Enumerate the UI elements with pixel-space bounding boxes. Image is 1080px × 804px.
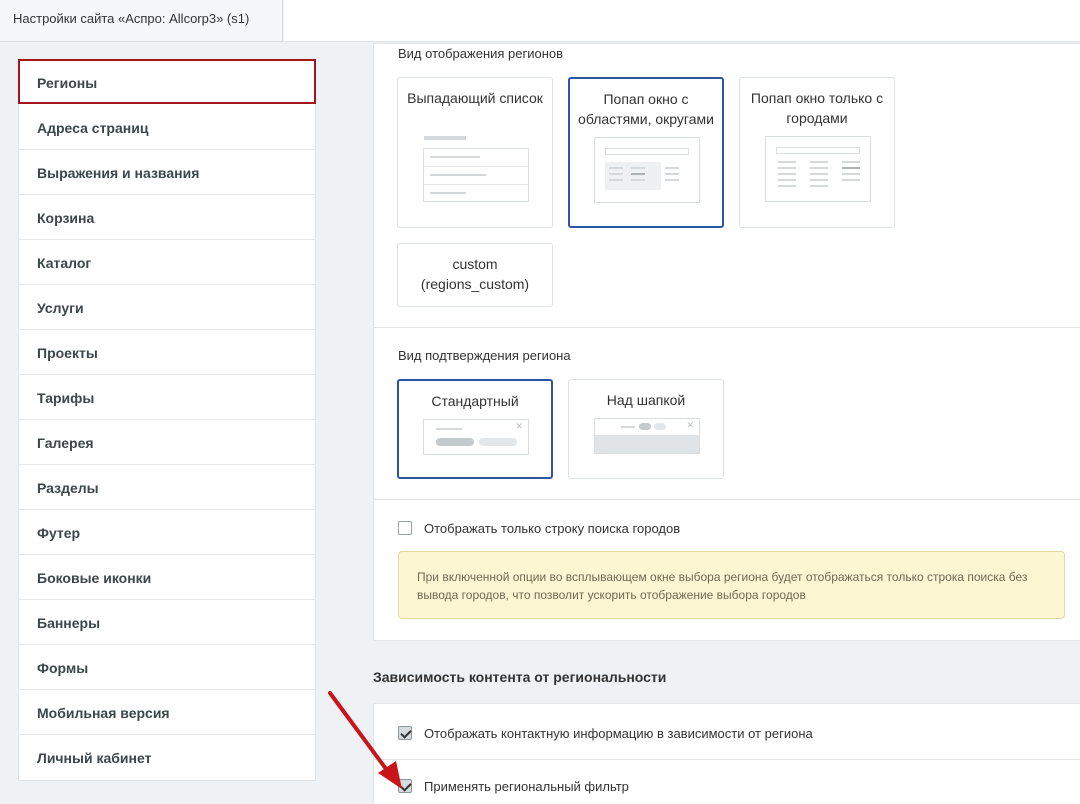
- region-view-option-popup-areas[interactable]: Попап окно с областями, округами: [568, 77, 724, 228]
- option-title: Попап окно с областями, округами: [578, 91, 714, 127]
- region-view-option-custom[interactable]: custom (regions_custom): [397, 243, 553, 307]
- sidebar-item-footer[interactable]: Футер: [19, 510, 315, 555]
- sidebar-item-personal-account[interactable]: Личный кабинет: [19, 735, 315, 780]
- hint-text: При включенной опции во всплывающем окне…: [417, 570, 1028, 602]
- search-only-hint: При включенной опции во всплывающем окне…: [398, 551, 1065, 619]
- sidebar-item-label: Футер: [37, 525, 81, 541]
- sidebar-item-label: Выражения и названия: [37, 165, 200, 181]
- sidebar-item-label: Тарифы: [37, 390, 95, 406]
- regional-content-heading: Зависимость контента от региональности: [373, 669, 667, 685]
- sidebar-item-forms[interactable]: Формы: [19, 645, 315, 690]
- sidebar-item-label: Услуги: [37, 300, 84, 316]
- sidebar-item-tariffs[interactable]: Тарифы: [19, 375, 315, 420]
- sidebar-item-mobile[interactable]: Мобильная версия: [19, 690, 315, 735]
- sidebar-item-phrases[interactable]: Выражения и названия: [19, 150, 315, 195]
- sidebar-item-label: Личный кабинет: [37, 750, 152, 766]
- sidebar-item-label: Формы: [37, 660, 89, 676]
- sidebar-item-label: Боковые иконки: [37, 570, 152, 586]
- region-view-option-popup-cities[interactable]: Попап окно только с городами: [739, 77, 895, 228]
- popup-areas-preview-icon: [594, 137, 700, 203]
- popup-cities-preview-icon: [765, 136, 871, 202]
- standard-preview-icon: ✕: [423, 419, 529, 455]
- sidebar-item-regions[interactable]: Регионы: [18, 59, 316, 104]
- region-confirm-option-standard[interactable]: Стандартный ✕: [397, 379, 553, 479]
- region-confirm-label: Вид подтверждения региона: [398, 348, 571, 363]
- sidebar-item-label: Разделы: [37, 480, 99, 496]
- settings-tab[interactable]: Настройки сайта «Аспро: Allcorp3» (s1): [0, 0, 283, 42]
- settings-tab-title: Настройки сайта «Аспро: Allcorp3» (s1): [13, 11, 250, 26]
- option-title: Выпадающий список: [407, 90, 543, 106]
- sidebar-item-page-addresses[interactable]: Адреса страниц: [19, 105, 315, 150]
- sidebar-item-side-icons[interactable]: Боковые иконки: [19, 555, 315, 600]
- sidebar-item-catalog[interactable]: Каталог: [19, 240, 315, 285]
- pointer-arrow-icon: [328, 691, 402, 789]
- settings-sidebar: Регионы Адреса страниц Выражения и назва…: [18, 59, 316, 781]
- sidebar-item-label: Регионы: [37, 75, 98, 91]
- search-only-checkbox[interactable]: [398, 521, 412, 535]
- tab-bar: [284, 0, 1080, 42]
- sidebar-item-label: Проекты: [37, 345, 98, 361]
- search-only-label: Отображать только строку поиска городов: [424, 521, 681, 536]
- contact-info-label: Отображать контактную информацию в завис…: [424, 726, 813, 741]
- option-title: custom (regions_custom): [420, 256, 530, 292]
- sidebar-item-gallery[interactable]: Галерея: [19, 420, 315, 465]
- regional-filter-label: Применять региональный фильтр: [424, 779, 629, 794]
- sidebar-item-label: Корзина: [37, 210, 95, 226]
- sidebar-item-label: Каталог: [37, 255, 92, 271]
- sidebar-item-banners[interactable]: Баннеры: [19, 600, 315, 645]
- region-view-label: Вид отображения регионов: [398, 46, 564, 61]
- region-view-option-dropdown[interactable]: Выпадающий список: [397, 77, 553, 228]
- option-title: Над шапкой: [606, 392, 686, 408]
- sidebar-item-services[interactable]: Услуги: [19, 285, 315, 330]
- option-title: Попап окно только с городами: [750, 90, 884, 126]
- sidebar-item-projects[interactable]: Проекты: [19, 330, 315, 375]
- sidebar-item-label: Галерея: [37, 435, 94, 451]
- region-confirm-option-over-header[interactable]: Над шапкой ✕: [568, 379, 724, 479]
- sidebar-item-label: Мобильная версия: [37, 705, 170, 721]
- sidebar-item-sections[interactable]: Разделы: [19, 465, 315, 510]
- option-title: Стандартный: [431, 393, 519, 409]
- sidebar-item-label: Адреса страниц: [37, 120, 149, 136]
- over-header-preview-icon: ✕: [594, 418, 700, 454]
- sidebar-item-basket[interactable]: Корзина: [19, 195, 315, 240]
- dropdown-preview-icon: [423, 136, 529, 202]
- sidebar-item-label: Баннеры: [37, 615, 101, 631]
